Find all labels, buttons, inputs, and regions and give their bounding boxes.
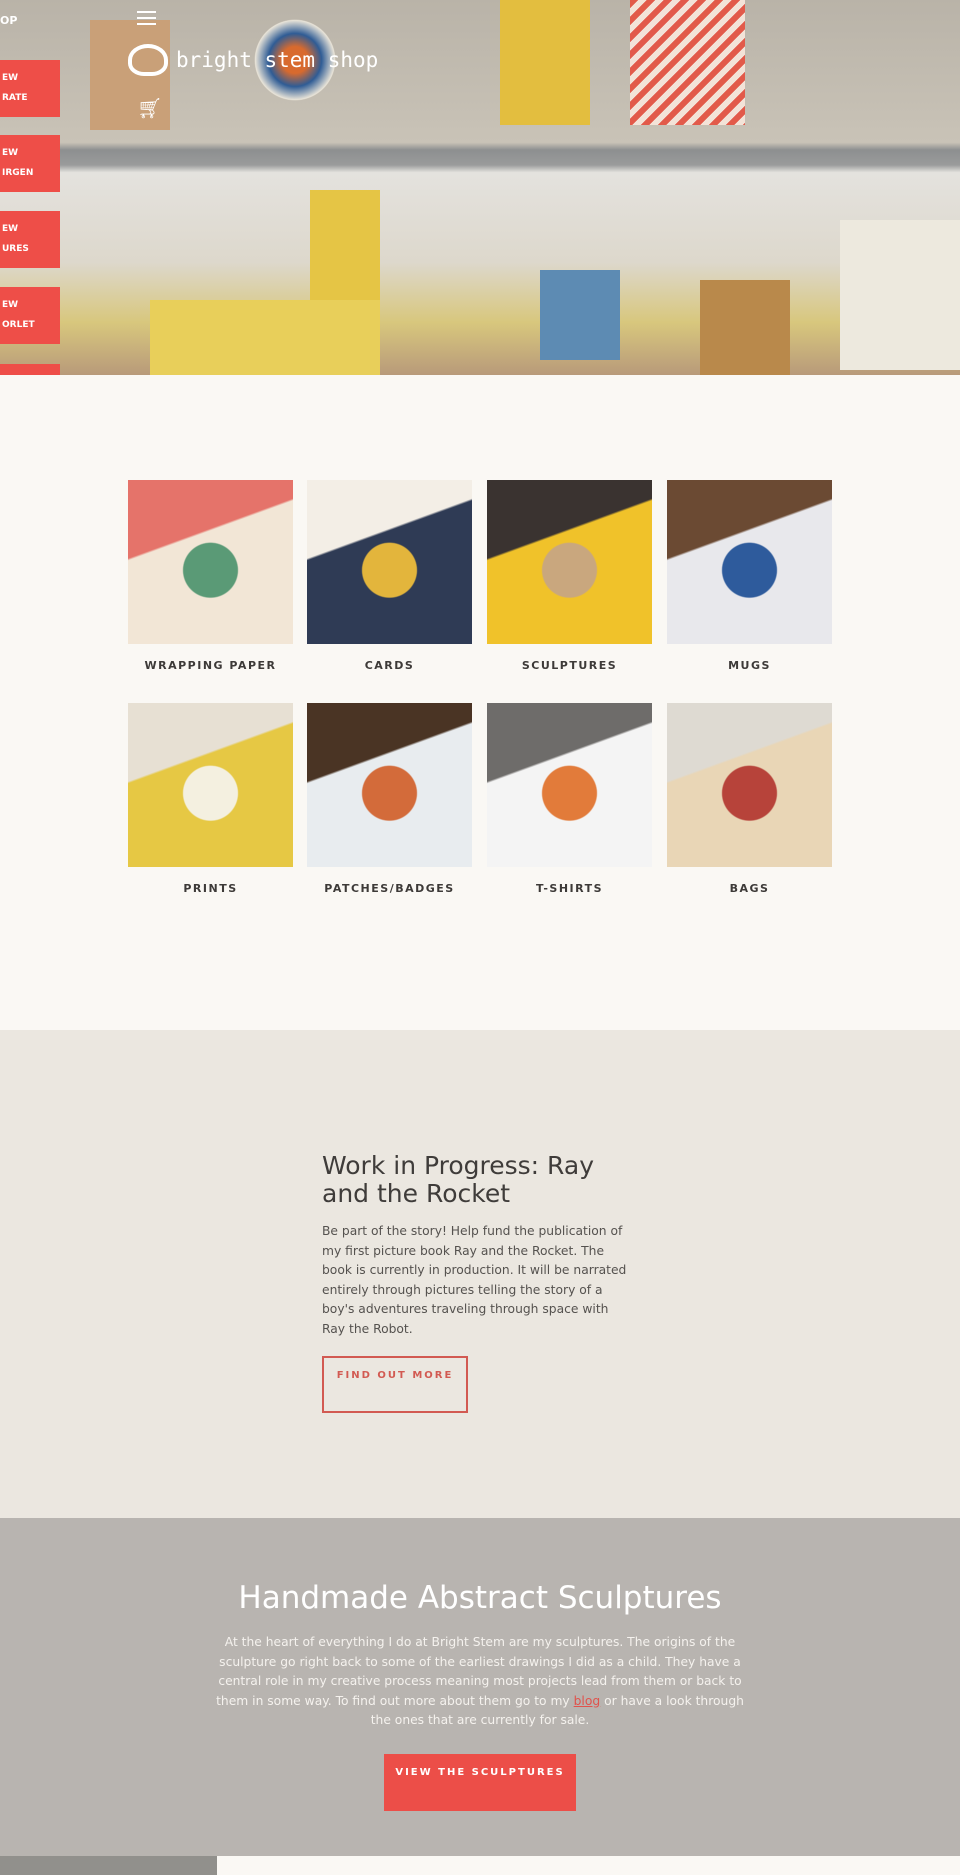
category-tile[interactable]: PATCHES/BADGES	[307, 703, 472, 895]
side-button-label: ORLET	[2, 320, 35, 330]
hero-image-detail	[150, 300, 380, 375]
category-image[interactable]	[128, 703, 293, 867]
wip-title: Work in Progress: Ray and the Rocket	[322, 1151, 594, 1208]
category-tile[interactable]: WRAPPING PAPER	[128, 480, 293, 672]
category-tile[interactable]: BAGS	[667, 703, 832, 895]
side-button[interactable]: EW RATE	[0, 60, 60, 117]
side-button[interactable]: EW ORLET	[0, 287, 60, 344]
category-image[interactable]	[667, 480, 832, 644]
footer-right-block	[217, 1856, 960, 1875]
hamburger-icon[interactable]	[137, 11, 156, 25]
category-label[interactable]: WRAPPING PAPER	[128, 659, 293, 672]
side-button[interactable]: EW URES	[0, 211, 60, 268]
logo[interactable]: bright stem shop	[128, 44, 378, 76]
category-label[interactable]: SCULPTURES	[487, 659, 652, 672]
side-button[interactable]: EW IRGEN	[0, 135, 60, 192]
category-label[interactable]: CARDS	[307, 659, 472, 672]
side-button-label: URES	[2, 244, 29, 254]
category-tile[interactable]: PRINTS	[128, 703, 293, 895]
logo-text: bright stem shop	[176, 48, 379, 72]
sculptures-title: Handmade Abstract Sculptures	[238, 1580, 722, 1616]
category-image[interactable]	[307, 703, 472, 867]
category-label[interactable]: MUGS	[667, 659, 832, 672]
category-tile[interactable]: SCULPTURES	[487, 480, 652, 672]
side-button-label: EW	[2, 300, 19, 310]
category-image[interactable]	[487, 480, 652, 644]
sculptures-section: Handmade Abstract Sculptures At the hear…	[0, 1518, 960, 1856]
blog-link[interactable]: blog	[574, 1694, 601, 1708]
side-button-label: EW	[2, 148, 19, 158]
sculptures-body: At the heart of everything I do at Brigh…	[212, 1633, 748, 1731]
category-image[interactable]	[487, 703, 652, 867]
category-image[interactable]	[307, 480, 472, 644]
hero-image-detail	[500, 0, 590, 125]
hero-image-detail	[540, 270, 620, 360]
work-in-progress-section: Work in Progress: Ray and the Rocket Be …	[0, 1030, 960, 1518]
wip-body: Be part of the story! Help fund the publ…	[322, 1224, 627, 1336]
side-button-label: RATE	[2, 93, 28, 103]
side-button-label: EW	[2, 73, 19, 83]
cart-icon[interactable]: 🛒︎	[137, 96, 162, 120]
side-button-label: EW	[2, 224, 19, 234]
hero-image-detail	[630, 0, 745, 125]
category-label[interactable]: BAGS	[667, 882, 832, 895]
category-tile[interactable]: T-SHIRTS	[487, 703, 652, 895]
footer-left-block	[0, 1856, 217, 1875]
category-label[interactable]: T-SHIRTS	[487, 882, 652, 895]
hero-image-detail	[840, 220, 960, 370]
category-label[interactable]: PATCHES/BADGES	[307, 882, 472, 895]
side-button[interactable]	[0, 364, 60, 375]
side-button-label: IRGEN	[2, 168, 34, 178]
category-tile[interactable]: CARDS	[307, 480, 472, 672]
category-image[interactable]	[128, 480, 293, 644]
hero-banner: OP EW RATE EW IRGEN EW URES EW ORLET bright …	[0, 0, 960, 375]
category-tile[interactable]: MUGS	[667, 480, 832, 672]
shop-nav-label[interactable]: OP	[0, 14, 17, 27]
find-out-more-button[interactable]: FIND OUT MORE	[322, 1356, 468, 1413]
category-image[interactable]	[667, 703, 832, 867]
view-sculptures-button[interactable]: VIEW THE SCULPTURES	[384, 1754, 576, 1811]
logo-mark-icon	[128, 44, 168, 76]
hero-image-detail	[700, 280, 790, 375]
hero-image-detail	[310, 190, 380, 300]
category-label[interactable]: PRINTS	[128, 882, 293, 895]
